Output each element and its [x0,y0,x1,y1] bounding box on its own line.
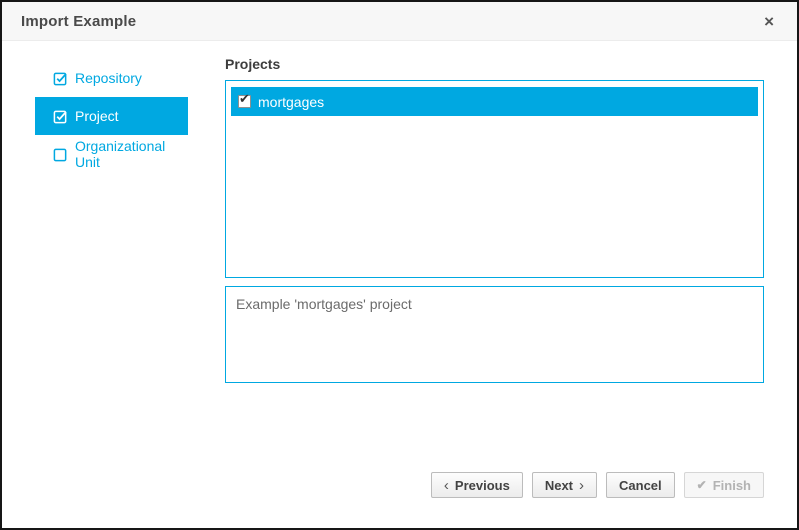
project-description: Example 'mortgages' project [236,296,412,312]
project-name: mortgages [258,94,324,110]
projects-list: ✔ mortgages [225,80,764,278]
checked-checkbox-icon [53,109,68,124]
step-repository[interactable]: Repository [35,59,188,97]
project-row-mortgages[interactable]: ✔ mortgages [231,87,758,116]
chevron-right-icon: › [579,478,584,493]
next-button[interactable]: Next › [532,472,597,498]
step-label: Organizational Unit [75,138,188,170]
projects-label: Projects [225,56,764,72]
step-organizational-unit[interactable]: Organizational Unit [35,135,188,173]
cancel-label: Cancel [619,478,662,493]
cancel-button[interactable]: Cancel [606,472,675,498]
project-checkbox[interactable]: ✔ [238,95,251,108]
finish-button: ✔ Finish [684,472,764,498]
finish-label: Finish [713,478,751,493]
next-label: Next [545,478,573,493]
close-icon[interactable]: × [760,11,778,32]
check-icon: ✔ [697,479,707,491]
checked-checkbox-icon [53,71,68,86]
step-project[interactable]: Project [35,97,188,135]
footer-buttons: ‹ Previous Next › Cancel ✔ Finish [431,472,764,498]
step-label: Project [75,108,119,124]
chevron-left-icon: ‹ [444,478,449,493]
unchecked-checkbox-icon [53,147,68,162]
checkmark-icon: ✔ [239,92,250,105]
previous-label: Previous [455,478,510,493]
previous-button[interactable]: ‹ Previous [431,472,523,498]
main-panel: Projects ✔ mortgages Example 'mortgages'… [225,41,764,72]
wizard-steps-sidebar: Repository Project Organizational Unit [35,59,188,173]
dialog-header: Import Example × [2,2,797,41]
import-example-dialog: Import Example × Repository Project [0,0,799,530]
step-label: Repository [75,70,142,86]
project-description-box: Example 'mortgages' project [225,286,764,383]
dialog-body: Repository Project Organizational Unit P… [2,41,797,528]
dialog-title: Import Example [21,13,136,30]
